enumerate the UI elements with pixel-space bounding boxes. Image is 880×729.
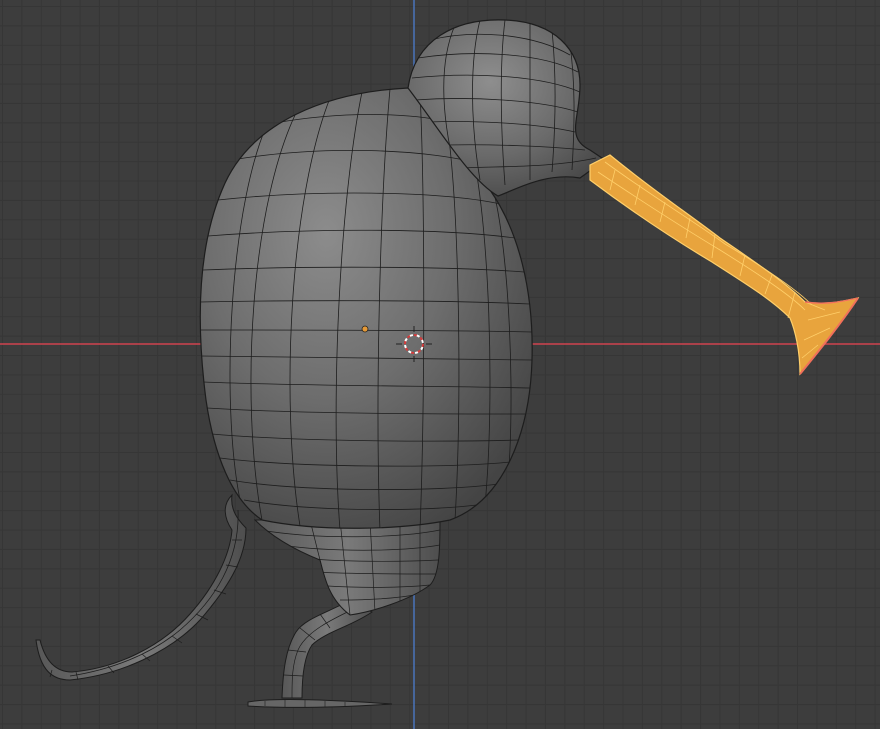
hip-mesh[interactable] — [253, 519, 441, 616]
origin-dot[interactable] — [361, 325, 369, 333]
tail-mesh[interactable] — [35, 493, 247, 681]
viewport-canvas[interactable] — [0, 0, 880, 729]
3d-viewport[interactable] — [0, 0, 880, 729]
beak-mesh-selected[interactable] — [589, 154, 860, 376]
leg-mesh[interactable] — [247, 599, 393, 708]
